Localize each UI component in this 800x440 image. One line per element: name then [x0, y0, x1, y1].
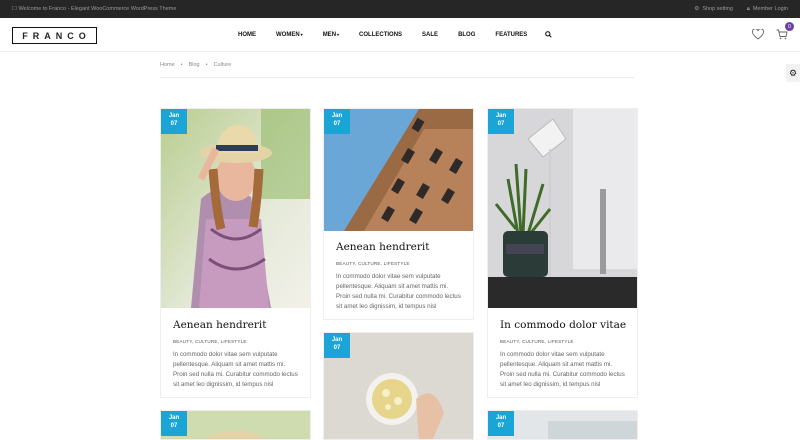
nav-men-label: MEN: [322, 32, 337, 38]
date-day: 07: [170, 121, 178, 127]
breadcrumb-separator: •: [205, 62, 208, 68]
post-body: In commodo dolor vitae BEAUTY, CULTURE, …: [500, 319, 627, 390]
main-nav: HOME WOMEN▾ MEN▾ COLLECTIONS SALE BLOG F…: [228, 18, 552, 52]
date-day: 07: [497, 121, 505, 127]
breadcrumb-current: Culture: [213, 62, 232, 68]
date-badge: Jan 07: [161, 109, 187, 134]
date-month: Jan: [495, 415, 507, 421]
blog-card[interactable]: Jan 07 Aenean hendrerit BEAUTY, CULTURE, …: [160, 108, 311, 398]
nav-women-label: WOMEN: [276, 32, 300, 38]
date-badge: Jan 07: [488, 109, 514, 134]
date-month: Jan: [168, 415, 180, 421]
date-day: 07: [497, 423, 505, 429]
date-badge: Jan 07: [161, 411, 187, 436]
welcome-text: ☐ Welcome to Franco - Elegant WooCommerc…: [12, 6, 177, 12]
date-badge: Jan 07: [488, 411, 514, 436]
blog-card[interactable]: Jan 07: [160, 410, 311, 440]
breadcrumb-home[interactable]: Home: [160, 62, 175, 68]
site-header: FRANCO HOME WOMEN▾ MEN▾ COLLECTIONS SALE…: [0, 18, 800, 52]
post-categories[interactable]: BEAUTY, CULTURE, LIFESTYLE: [336, 261, 463, 266]
date-day: 07: [170, 423, 178, 429]
date-badge: Jan 07: [324, 333, 350, 358]
shop-setting-link[interactable]: ⚙ Shop setting: [694, 6, 733, 13]
date-month: Jan: [331, 113, 343, 119]
header-icons: 0: [752, 22, 794, 45]
nav-blog[interactable]: BLOG: [458, 32, 475, 38]
top-bar: ☐ Welcome to Franco - Elegant WooCommerc…: [0, 0, 800, 18]
nav-home[interactable]: HOME: [238, 32, 256, 38]
nav-men[interactable]: MEN▾: [323, 32, 339, 38]
post-title[interactable]: Aenean hendrerit: [173, 319, 300, 331]
date-day: 07: [333, 121, 341, 127]
nav-collections[interactable]: COLLECTIONS: [359, 32, 402, 38]
post-image[interactable]: [161, 109, 310, 308]
welcome-label: Welcome to Franco - Elegant WooCommerce …: [18, 6, 177, 12]
blog-card[interactable]: Jan 07: [487, 410, 638, 440]
cart-button[interactable]: 0: [776, 22, 794, 45]
settings-gear-icon[interactable]: ⚙: [786, 64, 800, 82]
nav-sale[interactable]: SALE: [422, 32, 438, 38]
date-badge: Jan 07: [324, 109, 350, 134]
breadcrumb-separator: •: [180, 62, 183, 68]
lock-icon: 🔒︎: [746, 5, 750, 12]
chevron-down-icon: ▾: [300, 32, 303, 37]
blog-card[interactable]: Jan 07: [323, 332, 474, 440]
shop-setting-label: Shop setting: [702, 6, 733, 12]
nav-features[interactable]: FEATURES: [495, 32, 527, 38]
post-categories[interactable]: BEAUTY, CULTURE, LIFESTYLE: [173, 339, 300, 344]
post-title[interactable]: Aenean hendrerit: [336, 241, 463, 253]
post-excerpt: In commodo dolor vitae sem vulputate pel…: [336, 273, 461, 310]
cart-count-badge: 0: [785, 22, 794, 31]
breadcrumb-blog[interactable]: Blog: [189, 62, 200, 68]
gear-icon: ⚙: [694, 6, 700, 12]
breadcrumb: Home • Blog • Culture: [160, 62, 231, 68]
date-month: Jan: [495, 113, 507, 119]
logo[interactable]: FRANCO: [12, 27, 97, 44]
search-icon[interactable]: [545, 30, 552, 40]
cart-icon: [776, 29, 788, 40]
post-title[interactable]: In commodo dolor vitae: [500, 319, 627, 331]
heart-icon[interactable]: [752, 27, 764, 45]
post-excerpt: In commodo dolor vitae sem vulputate pel…: [173, 351, 298, 388]
blog-card[interactable]: Jan 07 Aenean hendrerit BEAUTY, CULTURE, …: [323, 108, 474, 320]
post-categories[interactable]: BEAUTY, CULTURE, LIFESTYLE: [500, 339, 627, 344]
nav-women[interactable]: WOMEN▾: [276, 32, 303, 38]
member-login-label: Member Login: [752, 6, 788, 12]
post-body: Aenean hendrerit BEAUTY, CULTURE, LIFEST…: [336, 241, 463, 312]
post-excerpt: In commodo dolor vitae sem vulputate pel…: [500, 351, 625, 388]
divider: [160, 77, 634, 78]
chevron-down-icon: ▾: [337, 32, 340, 37]
post-image[interactable]: [488, 109, 637, 308]
date-day: 07: [333, 345, 341, 351]
blog-card[interactable]: Jan 07 In commodo dolor vitae BEAUTY, CUL…: [487, 108, 638, 398]
member-login-link[interactable]: 🔒︎ Member Login: [747, 6, 788, 13]
date-month: Jan: [331, 337, 343, 343]
post-body: Aenean hendrerit BEAUTY, CULTURE, LIFEST…: [173, 319, 300, 390]
date-month: Jan: [168, 113, 180, 119]
